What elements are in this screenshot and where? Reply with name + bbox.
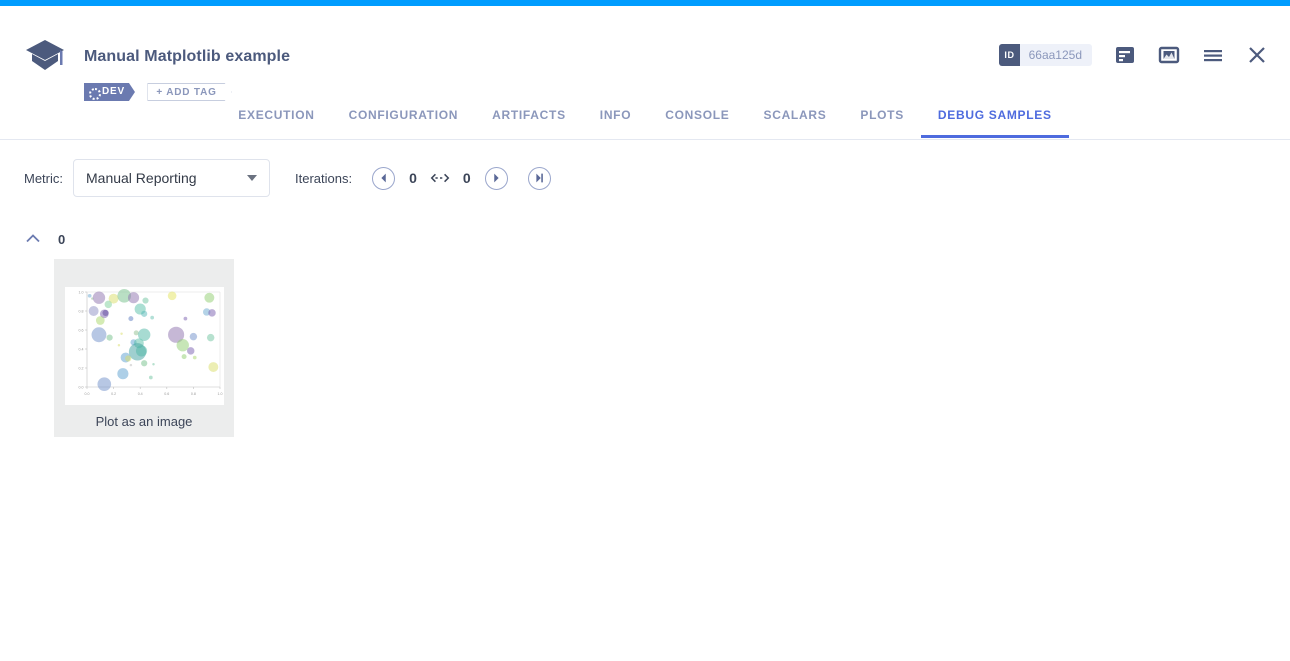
svg-text:0.6: 0.6 (164, 392, 169, 396)
metric-select[interactable]: Manual Reporting (73, 159, 270, 197)
scatter-plot-thumbnail: 0.0 0.2 0.4 0.6 0.8 1.0 0.0 0.2 0.4 0.6 0.8 1.0 (65, 287, 224, 405)
svg-text:1.0: 1.0 (79, 290, 84, 294)
svg-text:0.0: 0.0 (79, 385, 84, 389)
close-icon[interactable] (1246, 44, 1268, 66)
image-panel-icon[interactable] (1158, 44, 1180, 66)
add-tag-button[interactable]: + ADD TAG (147, 83, 231, 101)
next-iteration-icon[interactable] (485, 167, 508, 190)
experiment-header: Manual Matplotlib example DEV + ADD TAG … (0, 6, 1290, 102)
iterations-label: Iterations: (295, 171, 352, 186)
tag-dev[interactable]: DEV (84, 83, 135, 101)
header-actions: ID 66aa125d (999, 44, 1268, 66)
metric-label: Metric: (24, 171, 63, 186)
debug-sample-card[interactable]: 0.0 0.2 0.4 0.6 0.8 1.0 0.0 0.2 0.4 0.6 0.8 1.0 Plo… (54, 259, 234, 437)
tab-scalars[interactable]: SCALARS (747, 102, 844, 135)
iteration-from-value: 0 (409, 170, 417, 186)
chevron-down-icon (247, 175, 257, 181)
svg-text:1.0: 1.0 (218, 392, 223, 396)
experiment-id-chip[interactable]: ID 66aa125d (999, 44, 1092, 66)
scatter-plot-svg: 0.0 0.2 0.4 0.6 0.8 1.0 0.0 0.2 0.4 0.6 0.8 1.0 (65, 287, 224, 405)
iteration-group-label: 0 (58, 232, 65, 247)
tab-debug-samples[interactable]: DEBUG SAMPLES (921, 102, 1069, 138)
log-panel-icon[interactable] (1114, 44, 1136, 66)
iteration-group-header[interactable]: 0 (24, 230, 65, 248)
tab-execution[interactable]: EXECUTION (221, 102, 331, 135)
tag-row: DEV + ADD TAG (84, 83, 232, 101)
debug-sample-caption: Plot as an image (54, 414, 234, 429)
tab-bar: EXECUTION CONFIGURATION ARTIFACTS INFO C… (0, 102, 1290, 140)
iteration-to-value: 0 (463, 170, 471, 186)
graduation-cap-icon (24, 36, 66, 76)
experiment-id-value: 66aa125d (1020, 48, 1082, 62)
previous-iteration-icon[interactable] (372, 167, 395, 190)
tab-artifacts[interactable]: ARTIFACTS (475, 102, 583, 135)
controls-bar: Metric: Manual Reporting Iterations: 0 0 (0, 158, 1290, 198)
svg-text:0.2: 0.2 (79, 366, 84, 370)
tab-info[interactable]: INFO (583, 102, 648, 135)
svg-text:0.4: 0.4 (138, 392, 143, 396)
svg-text:0.6: 0.6 (79, 328, 84, 332)
range-arrows-icon (429, 172, 451, 184)
tab-plots[interactable]: PLOTS (843, 102, 921, 135)
svg-text:0.4: 0.4 (79, 347, 84, 351)
svg-text:0.0: 0.0 (85, 392, 90, 396)
iteration-navigation: 0 0 (366, 167, 557, 190)
svg-text:0.8: 0.8 (79, 309, 84, 313)
chevron-up-icon[interactable] (24, 230, 42, 248)
id-badge-label: ID (999, 44, 1019, 66)
hamburger-menu-icon[interactable] (1202, 44, 1224, 66)
tab-configuration[interactable]: CONFIGURATION (332, 102, 476, 135)
metric-select-value: Manual Reporting (86, 170, 247, 186)
tab-console[interactable]: CONSOLE (648, 102, 746, 135)
last-iteration-icon[interactable] (528, 167, 551, 190)
svg-text:0.2: 0.2 (111, 392, 116, 396)
svg-text:0.8: 0.8 (191, 392, 196, 396)
page-title: Manual Matplotlib example (84, 48, 290, 66)
